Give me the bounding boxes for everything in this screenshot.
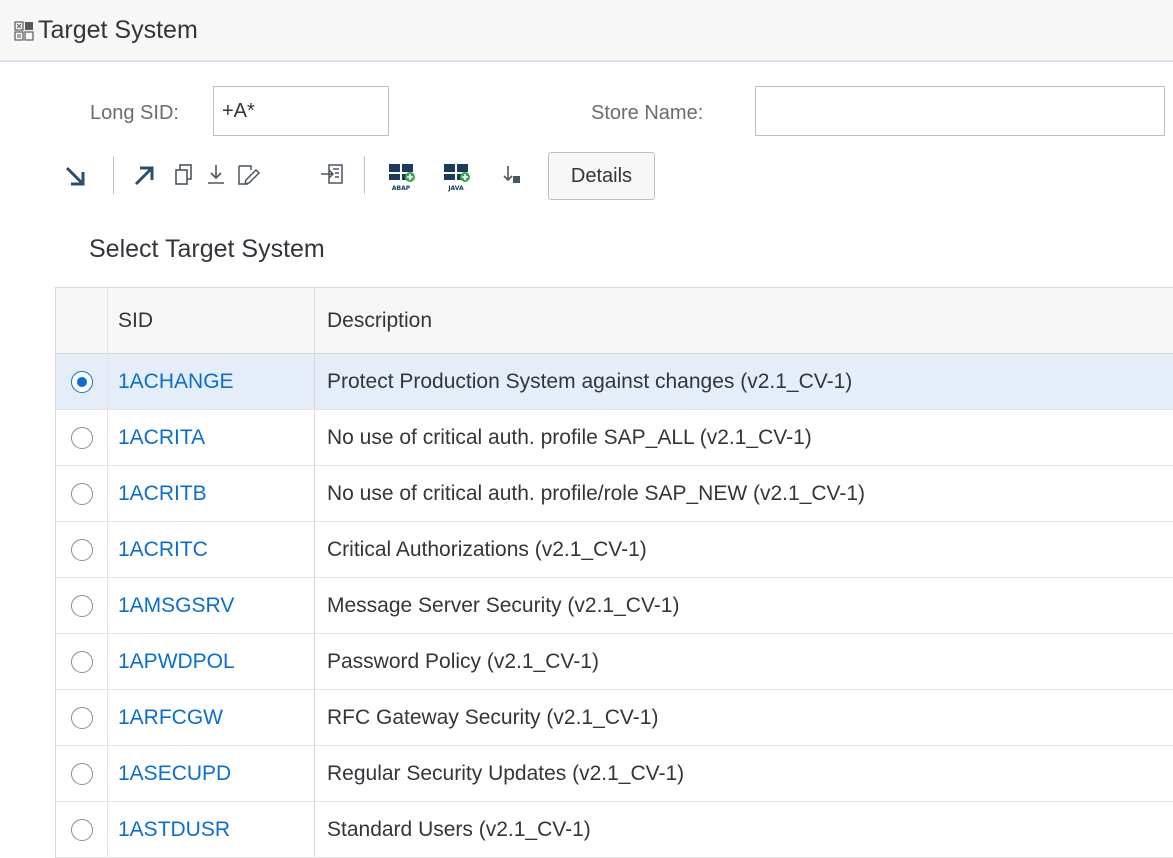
row-selector-cell (56, 690, 108, 745)
description-cell: Standard Users (v2.1_CV-1) (327, 817, 591, 841)
table-header-row: SID Description (56, 288, 1173, 354)
expand-arrow-icon[interactable] (130, 160, 158, 190)
table-row[interactable]: 1APWDPOL Password Policy (v2.1_CV-1) (56, 634, 1173, 690)
row-radio-button[interactable] (70, 538, 93, 561)
add-java-system-icon[interactable]: JAVA (441, 160, 473, 192)
description-cell: Password Policy (v2.1_CV-1) (327, 649, 599, 673)
sid-link[interactable]: 1ACRITA (118, 426, 205, 450)
sort-icon[interactable] (500, 160, 528, 190)
row-radio-button[interactable] (70, 594, 93, 617)
long-sid-input[interactable]: +A* (213, 86, 389, 136)
row-radio-button[interactable] (70, 650, 93, 673)
table-row[interactable]: 1ASTDUSR Standard Users (v2.1_CV-1) (56, 802, 1173, 858)
row-selector-cell (56, 578, 108, 633)
sid-link[interactable]: 1ACHANGE (118, 370, 234, 394)
sid-link[interactable]: 1ASECUPD (118, 762, 231, 786)
add-abap-system-icon[interactable]: ABAP (386, 160, 418, 192)
sid-cell: 1ACRITC (108, 522, 315, 577)
description-cell: Protect Production System against change… (327, 369, 853, 393)
row-radio-button[interactable] (70, 706, 93, 729)
row-radio-button[interactable] (70, 762, 93, 785)
row-radio-button[interactable] (70, 818, 93, 841)
sid-link[interactable]: 1ACRITC (118, 538, 208, 562)
abap-label: ABAP (392, 185, 411, 192)
window-title: Target System (38, 16, 198, 44)
row-selector-cell (56, 746, 108, 801)
description-cell: No use of critical auth. profile SAP_ALL… (327, 425, 812, 449)
toolbar: ABAP JAVA Details (0, 150, 1173, 202)
description-cell: Message Server Security (v2.1_CV-1) (327, 593, 680, 617)
edit-icon[interactable] (234, 160, 262, 190)
copy-icon[interactable] (170, 160, 198, 190)
row-selector-cell (56, 354, 108, 409)
store-name-label: Store Name: (591, 102, 704, 124)
column-header-description[interactable]: Description (315, 288, 1173, 353)
column-header-sid[interactable]: SID (108, 288, 315, 353)
target-system-table: SID Description 1ACHANGE Protect Producti… (55, 287, 1173, 858)
table-row[interactable]: 1ACHANGE Protect Production System agains… (56, 354, 1173, 410)
details-button[interactable]: Details (548, 152, 655, 200)
sid-link[interactable]: 1ASTDUSR (118, 818, 230, 842)
sid-link[interactable]: 1ACRITB (118, 482, 207, 506)
table-row[interactable]: 1ARFCGW RFC Gateway Security (v2.1_CV-1) (56, 690, 1173, 746)
description-cell: Critical Authorizations (v2.1_CV-1) (327, 537, 647, 561)
table-row[interactable]: 1AMSGSRV Message Server Security (v2.1_CV… (56, 578, 1173, 634)
row-radio-button[interactable] (70, 426, 93, 449)
description-cell: No use of critical auth. profile/role SA… (327, 481, 866, 505)
sid-cell: 1ASECUPD (108, 746, 315, 801)
toolbar-separator (113, 156, 114, 194)
sid-link[interactable]: 1AMSGSRV (118, 594, 234, 618)
long-sid-label: Long SID: (90, 102, 179, 124)
transaction-icon (14, 21, 34, 41)
section-title: Select Target System (89, 235, 325, 263)
collapse-arrow-icon[interactable] (63, 160, 91, 190)
store-name-input[interactable] (755, 86, 1165, 136)
sid-cell: 1APWDPOL (108, 634, 315, 689)
toolbar-separator (364, 156, 365, 194)
row-radio-button[interactable] (70, 370, 93, 393)
sid-cell: 1ACRITA (108, 410, 315, 465)
row-selector-cell (56, 802, 108, 857)
row-selector-cell (56, 410, 108, 465)
description-cell: Regular Security Updates (v2.1_CV-1) (327, 761, 685, 785)
row-selector-cell (56, 634, 108, 689)
download-icon[interactable] (202, 160, 230, 190)
table-row[interactable]: 1ASECUPD Regular Security Updates (v2.1_C… (56, 746, 1173, 802)
java-label: JAVA (447, 185, 464, 192)
table-row[interactable]: 1ACRITA No use of critical auth. profile … (56, 410, 1173, 466)
sid-link[interactable]: 1APWDPOL (118, 650, 235, 674)
sid-cell: 1AMSGSRV (108, 578, 315, 633)
table-row[interactable]: 1ACRITC Critical Authorizations (v2.1_CV-… (56, 522, 1173, 578)
sid-cell: 1ACRITB (108, 466, 315, 521)
import-icon[interactable] (318, 160, 346, 190)
sid-cell: 1ARFCGW (108, 690, 315, 745)
sid-cell: 1ASTDUSR (108, 802, 315, 857)
table-row[interactable]: 1ACRITB No use of critical auth. profile/… (56, 466, 1173, 522)
selection-column-header (56, 288, 108, 353)
row-radio-button[interactable] (70, 482, 93, 505)
row-selector-cell (56, 522, 108, 577)
sid-link[interactable]: 1ARFCGW (118, 706, 223, 730)
window-title-bar: Target System (0, 0, 1173, 62)
description-cell: RFC Gateway Security (v2.1_CV-1) (327, 705, 659, 729)
row-selector-cell (56, 466, 108, 521)
sid-cell: 1ACHANGE (108, 354, 315, 409)
